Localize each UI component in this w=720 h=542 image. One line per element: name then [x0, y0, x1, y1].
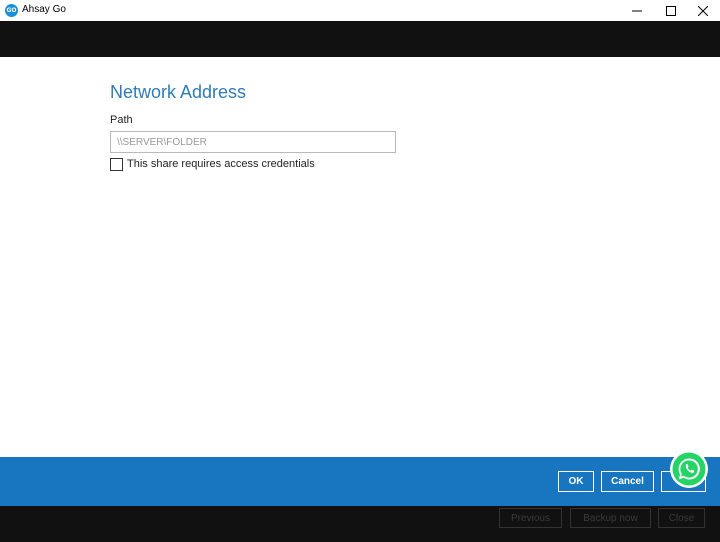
- minimize-button[interactable]: [620, 0, 654, 21]
- bottom-strip: Previous Backup now Close: [0, 506, 720, 542]
- previous-button: Previous: [499, 508, 562, 528]
- dialog-footer: OK Cancel: [0, 457, 720, 506]
- network-address-dialog: Network Address Path This share requires…: [0, 57, 720, 457]
- window-title: Ahsay Go: [22, 4, 66, 15]
- path-input[interactable]: [110, 131, 396, 153]
- ok-button[interactable]: OK: [558, 471, 594, 492]
- close-icon: [698, 5, 708, 16]
- backup-now-button: Backup now: [570, 508, 651, 528]
- close-window-button[interactable]: [686, 0, 720, 21]
- whatsapp-icon[interactable]: [669, 449, 709, 489]
- title-bar: GO Ahsay Go: [0, 0, 720, 21]
- credentials-checkbox[interactable]: [110, 157, 123, 171]
- maximize-icon: [666, 5, 676, 16]
- header-strip: [0, 21, 720, 57]
- credentials-option[interactable]: This share requires access credentials: [110, 157, 315, 171]
- close-button: Close: [658, 508, 705, 528]
- cancel-button[interactable]: Cancel: [601, 471, 654, 492]
- maximize-button[interactable]: [654, 0, 688, 21]
- minimize-icon: [632, 10, 642, 11]
- ahsay-go-logo-icon: GO: [5, 4, 18, 17]
- credentials-label: This share requires access credentials: [127, 158, 315, 170]
- path-label: Path: [110, 114, 133, 126]
- dialog-title: Network Address: [110, 82, 247, 102]
